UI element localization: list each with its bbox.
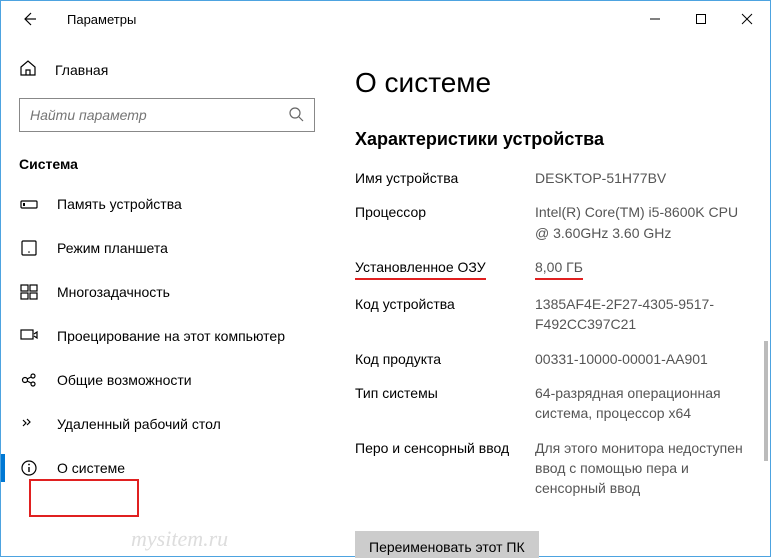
multitasking-icon <box>19 282 39 302</box>
home-label: Главная <box>55 62 108 78</box>
window-title: Параметры <box>67 12 136 27</box>
spec-label: Тип системы <box>355 383 535 424</box>
tablet-icon <box>19 238 39 258</box>
spec-device-id: Код устройства 1385AF4E-2F27-4305-9517-F… <box>355 294 750 335</box>
sidebar-item-multitasking[interactable]: Многозадачность <box>19 270 331 314</box>
close-icon <box>741 13 753 25</box>
search-box[interactable] <box>19 98 315 132</box>
sidebar-item-label: Память устройства <box>57 196 182 212</box>
spec-value: 8,00 ГБ <box>535 257 583 280</box>
sidebar-item-projecting[interactable]: Проецирование на этот компьютер <box>19 314 331 358</box>
scrollbar-thumb[interactable] <box>764 341 768 461</box>
spec-ram: Установленное ОЗУ 8,00 ГБ <box>355 257 750 280</box>
spec-label: Процессор <box>355 202 535 243</box>
spec-label: Имя устройства <box>355 168 535 188</box>
search-icon <box>288 106 304 125</box>
projecting-icon <box>19 326 39 346</box>
spec-value: 64-разрядная операционная система, проце… <box>535 383 750 424</box>
sidebar: Главная Система Память устройства Режим … <box>1 37 331 558</box>
spec-device-name: Имя устройства DESKTOP-51H77BV <box>355 168 750 188</box>
main-content: О системе Характеристики устройства Имя … <box>331 37 770 558</box>
spec-label: Перо и сенсорный ввод <box>355 438 535 499</box>
sidebar-item-remote[interactable]: Удаленный рабочий стол <box>19 402 331 446</box>
minimize-icon <box>649 13 661 25</box>
sidebar-item-label: Общие возможности <box>57 372 192 388</box>
info-icon <box>19 458 39 478</box>
shared-icon <box>19 370 39 390</box>
spec-label: Код устройства <box>355 294 535 335</box>
titlebar: Параметры <box>1 1 770 37</box>
rename-button[interactable]: Переименовать этот ПК <box>355 531 539 558</box>
sidebar-item-storage[interactable]: Память устройства <box>19 182 331 226</box>
spec-product-id: Код продукта 00331-10000-00001-AA901 <box>355 349 750 369</box>
category-heading: Система <box>19 156 331 172</box>
sidebar-item-shared[interactable]: Общие возможности <box>19 358 331 402</box>
sidebar-item-label: Удаленный рабочий стол <box>57 416 221 432</box>
spec-value: DESKTOP-51H77BV <box>535 168 666 188</box>
close-button[interactable] <box>724 1 770 37</box>
maximize-button[interactable] <box>678 1 724 37</box>
section-title: Характеристики устройства <box>355 129 750 150</box>
maximize-icon <box>695 13 707 25</box>
spec-processor: Процессор Intel(R) Core(TM) i5-8600K CPU… <box>355 202 750 243</box>
sidebar-item-label: О системе <box>57 460 125 476</box>
storage-icon <box>19 194 39 214</box>
home-icon <box>19 59 37 80</box>
minimize-button[interactable] <box>632 1 678 37</box>
spec-label: Установленное ОЗУ <box>355 257 535 280</box>
spec-label: Код продукта <box>355 349 535 369</box>
sidebar-item-about[interactable]: О системе <box>19 446 331 490</box>
home-link[interactable]: Главная <box>19 59 331 80</box>
sidebar-item-label: Проецирование на этот компьютер <box>57 328 285 344</box>
spec-value: 1385AF4E-2F27-4305-9517-F492CC397C21 <box>535 294 750 335</box>
spec-system-type: Тип системы 64-разрядная операционная си… <box>355 383 750 424</box>
scrollbar[interactable] <box>758 41 768 552</box>
spec-value: 00331-10000-00001-AA901 <box>535 349 708 369</box>
arrow-left-icon <box>21 11 37 27</box>
remote-icon <box>19 414 39 434</box>
back-button[interactable] <box>19 9 39 29</box>
sidebar-item-label: Многозадачность <box>57 284 170 300</box>
sidebar-item-tablet[interactable]: Режим планшета <box>19 226 331 270</box>
spec-pen-touch: Перо и сенсорный ввод Для этого монитора… <box>355 438 750 499</box>
search-input[interactable] <box>30 107 288 123</box>
page-title: О системе <box>355 67 750 99</box>
spec-value: Intel(R) Core(TM) i5-8600K CPU @ 3.60GHz… <box>535 202 750 243</box>
sidebar-item-label: Режим планшета <box>57 240 168 256</box>
spec-value: Для этого монитора недоступен ввод с пом… <box>535 438 750 499</box>
